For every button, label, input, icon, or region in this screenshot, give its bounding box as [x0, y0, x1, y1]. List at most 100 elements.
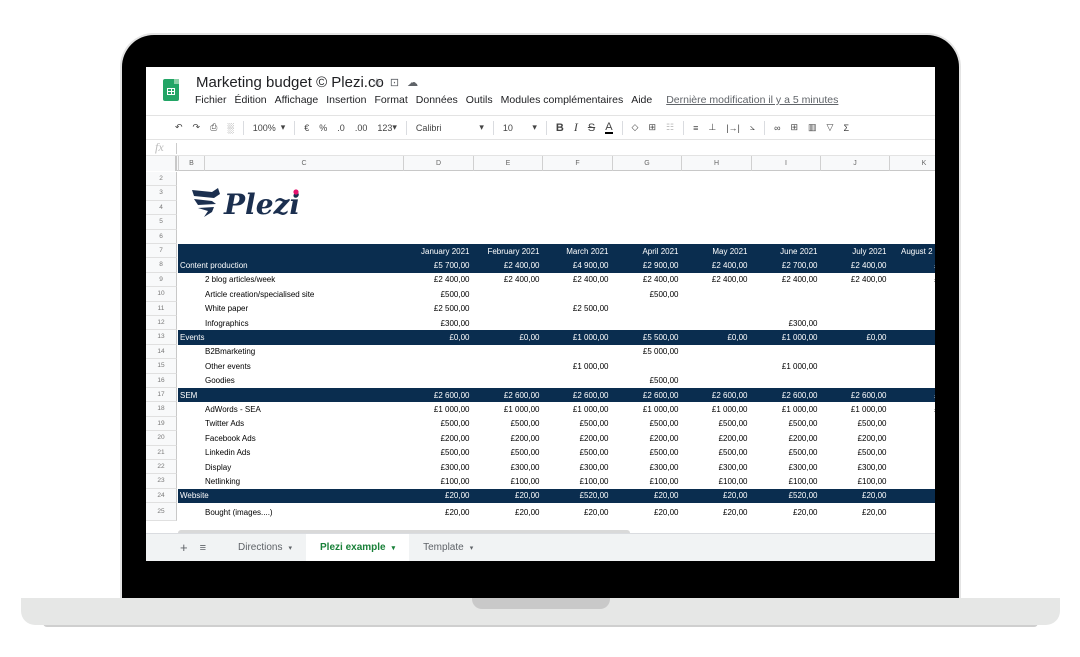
value-cell[interactable]: £2 4 — [889, 273, 935, 287]
value-cell[interactable] — [612, 359, 682, 373]
value-cell[interactable]: £500,00 — [751, 417, 821, 431]
month-header-cell[interactable]: May 2021 — [681, 244, 751, 258]
value-cell[interactable]: £500,00 — [473, 446, 543, 460]
value-cell[interactable]: £1 000,00 — [542, 330, 612, 344]
document-title[interactable]: Marketing budget © Plezi.co — [196, 74, 384, 91]
chevron-down-icon[interactable]: ▾ — [288, 544, 292, 552]
value-cell[interactable] — [820, 316, 890, 330]
row-header[interactable]: 14 — [146, 344, 177, 360]
value-cell[interactable] — [681, 359, 751, 373]
fill-color-icon[interactable]: ◇ — [627, 122, 644, 133]
value-cell[interactable]: £20,00 — [403, 489, 473, 503]
row-header[interactable]: 13 — [146, 330, 177, 345]
value-cell[interactable]: £500,00 — [403, 287, 473, 301]
menu-view[interactable]: Affichage — [275, 94, 319, 106]
row-header[interactable]: 17 — [146, 388, 177, 403]
value-cell[interactable] — [403, 345, 473, 359]
value-cell[interactable]: £3 — [889, 460, 935, 474]
value-cell[interactable]: £1 — [889, 474, 935, 488]
row-label-cell[interactable]: Infographics — [178, 316, 249, 330]
sheets-logo-icon[interactable] — [163, 79, 179, 101]
value-cell[interactable]: £2 400,00 — [542, 273, 612, 287]
value-cell[interactable] — [542, 316, 612, 330]
all-sheets-button[interactable]: ≡ — [200, 542, 206, 554]
value-cell[interactable]: £500,00 — [403, 446, 473, 460]
value-cell[interactable]: £2 600,00 — [542, 388, 612, 402]
value-cell[interactable] — [820, 287, 890, 301]
row-header[interactable]: 9 — [146, 272, 177, 288]
value-cell[interactable]: £5 700,00 — [403, 258, 473, 272]
value-cell[interactable]: £100,00 — [403, 474, 473, 488]
month-header-cell[interactable]: August 2 — [889, 244, 935, 258]
row-header[interactable]: 21 — [146, 445, 177, 460]
value-cell[interactable]: £0,00 — [403, 330, 473, 344]
row-label-cell[interactable]: AdWords - SEA — [178, 402, 261, 416]
increase-decimal-button[interactable]: .00 — [350, 123, 373, 133]
value-cell[interactable] — [681, 302, 751, 316]
value-cell[interactable]: £300,00 — [751, 316, 821, 330]
month-header-cell[interactable]: April 2021 — [612, 244, 682, 258]
value-cell[interactable]: £2 400,00 — [820, 258, 890, 272]
zoom-select[interactable]: 100% ▾ — [248, 122, 291, 133]
sheet-tab-plezi-example[interactable]: Plezi example ▾ — [306, 533, 410, 561]
value-cell[interactable]: £100,00 — [473, 474, 543, 488]
value-cell[interactable]: £1 000,00 — [612, 402, 682, 416]
value-cell[interactable]: £2 600,00 — [751, 388, 821, 402]
value-cell[interactable] — [473, 302, 543, 316]
menu-addons[interactable]: Modules complémentaires — [501, 94, 624, 106]
value-cell[interactable] — [889, 359, 935, 373]
row-header[interactable]: 10 — [146, 287, 177, 302]
value-cell[interactable]: £4 900,00 — [542, 258, 612, 272]
sheet-tab-template[interactable]: Template ▾ — [409, 534, 487, 562]
insert-comment-icon[interactable]: ⊞ — [785, 122, 803, 133]
move-to-folder-icon[interactable]: ⊡ — [390, 76, 399, 89]
text-rotation-icon[interactable]: ⦣ — [745, 122, 760, 133]
value-cell[interactable]: £500,00 — [473, 417, 543, 431]
row-label-cell[interactable]: Display — [178, 460, 231, 474]
value-cell[interactable]: £300,00 — [403, 316, 473, 330]
value-cell[interactable]: £2 400,00 — [751, 273, 821, 287]
value-cell[interactable]: £500,00 — [820, 417, 890, 431]
borders-icon[interactable]: ⊞ — [643, 122, 661, 133]
menu-help[interactable]: Aide — [631, 94, 652, 106]
value-cell[interactable]: £2 600,00 — [473, 388, 543, 402]
value-cell[interactable]: £520,00 — [542, 489, 612, 503]
row-header[interactable]: 24 — [146, 488, 177, 504]
menu-format[interactable]: Format — [375, 94, 408, 106]
value-cell[interactable]: £0,00 — [820, 330, 890, 344]
row-header[interactable]: 4 — [146, 200, 177, 216]
value-cell[interactable]: £200,00 — [681, 431, 751, 445]
value-cell[interactable]: £20,00 — [473, 503, 543, 521]
row-header[interactable]: 8 — [146, 258, 177, 273]
value-cell[interactable]: £2 400,00 — [681, 273, 751, 287]
value-cell[interactable]: £100,00 — [820, 474, 890, 488]
value-cell[interactable]: £2 600,00 — [403, 388, 473, 402]
row-label-cell[interactable]: Twitter Ads — [178, 417, 244, 431]
value-cell[interactable] — [403, 374, 473, 388]
font-family-select[interactable]: Calibri ▾ — [411, 122, 489, 133]
select-all-corner[interactable] — [146, 156, 177, 171]
value-cell[interactable]: £200,00 — [403, 431, 473, 445]
value-cell[interactable] — [751, 374, 821, 388]
value-cell[interactable]: £1 000,00 — [820, 402, 890, 416]
insert-link-icon[interactable]: ∞ — [769, 123, 785, 133]
value-cell[interactable]: £1 000,00 — [403, 402, 473, 416]
value-cell[interactable] — [612, 316, 682, 330]
value-cell[interactable]: £1 000,00 — [473, 402, 543, 416]
print-icon[interactable]: ⎙ — [205, 122, 222, 133]
value-cell[interactable]: £1 000,00 — [542, 402, 612, 416]
column-header[interactable]: I — [751, 156, 820, 171]
value-cell[interactable]: £20,00 — [403, 503, 473, 521]
row-header[interactable]: 22 — [146, 460, 177, 475]
row-header[interactable]: 15 — [146, 359, 177, 374]
value-cell[interactable] — [542, 345, 612, 359]
value-cell[interactable] — [473, 359, 543, 373]
row-header[interactable]: 25 — [146, 503, 177, 522]
value-cell[interactable] — [681, 316, 751, 330]
value-cell[interactable] — [820, 345, 890, 359]
value-cell[interactable] — [751, 287, 821, 301]
row-header[interactable]: 23 — [146, 474, 177, 489]
column-header[interactable]: K — [889, 156, 935, 171]
text-wrap-icon[interactable]: |→| — [721, 123, 745, 133]
value-cell[interactable]: £200,00 — [820, 431, 890, 445]
